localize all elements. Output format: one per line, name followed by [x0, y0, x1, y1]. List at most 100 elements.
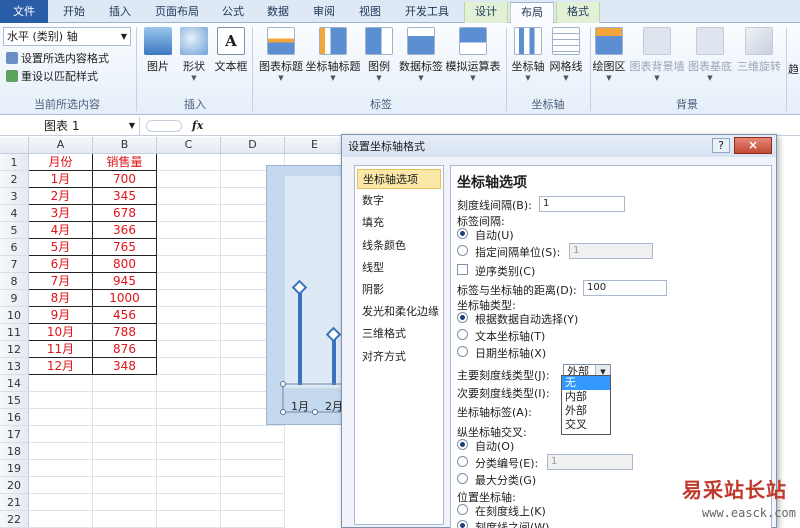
sheet-cell[interactable] — [157, 239, 221, 256]
row-header[interactable]: 1 — [0, 154, 29, 171]
sheet-cell[interactable] — [221, 494, 285, 511]
tab-page-layout[interactable]: 页面布局 — [144, 2, 210, 23]
sheet-cell[interactable]: 4月 — [29, 222, 93, 239]
sheet-cell[interactable]: 月份 — [29, 154, 93, 171]
close-icon[interactable]: × — [734, 137, 772, 154]
label-interval-auto-radio[interactable] — [457, 228, 468, 239]
row-header[interactable]: 3 — [0, 188, 29, 205]
gridlines-button[interactable]: 网格线 ▼ — [548, 27, 584, 82]
row-header[interactable]: 13 — [0, 358, 29, 375]
row-header[interactable]: 22 — [0, 511, 29, 528]
sheet-cell[interactable]: 2月 — [29, 188, 93, 205]
sheet-cell[interactable] — [29, 375, 93, 392]
tab-review[interactable]: 审阅 — [302, 2, 346, 23]
specify-unit-input[interactable]: 1 — [569, 243, 653, 259]
row-header[interactable]: 4 — [0, 205, 29, 222]
sheet-cell[interactable] — [29, 494, 93, 511]
sheet-cell[interactable] — [157, 358, 221, 375]
between-tick-radio[interactable] — [457, 520, 468, 528]
sheet-cell[interactable] — [157, 426, 221, 443]
tab-layout[interactable]: 布局 — [510, 2, 554, 23]
axis-type-text-radio[interactable] — [457, 329, 468, 340]
tab-developer[interactable]: 开发工具 — [394, 2, 460, 23]
label-interval-specify-radio[interactable] — [457, 245, 468, 256]
row-header[interactable]: 6 — [0, 239, 29, 256]
on-tick-radio[interactable] — [457, 504, 468, 515]
insert-function-icon[interactable]: fx — [192, 117, 210, 135]
tab-design[interactable]: 设计 — [464, 2, 508, 23]
sheet-cell[interactable]: 348 — [93, 358, 157, 375]
data-table-button[interactable]: 模拟运算表 ▼ — [444, 27, 502, 82]
sheet-cell[interactable]: 1000 — [93, 290, 157, 307]
sheet-cell[interactable]: 3月 — [29, 205, 93, 222]
sheet-cell[interactable] — [221, 511, 285, 528]
dialog-title[interactable]: 设置坐标轴格式 — [342, 135, 776, 157]
column-header-e[interactable]: E — [285, 137, 345, 154]
select-all-corner[interactable] — [0, 137, 29, 154]
tab-formulas[interactable]: 公式 — [212, 2, 254, 23]
row-header[interactable]: 10 — [0, 307, 29, 324]
tick-type-option-inside[interactable]: 内部 — [562, 390, 610, 404]
sheet-cell[interactable] — [157, 460, 221, 477]
axis-type-date-radio[interactable] — [457, 346, 468, 357]
nav-axis-options[interactable]: 坐标轴选项 — [357, 169, 441, 189]
nav-line-style[interactable]: 线型 — [357, 258, 441, 278]
sheet-cell[interactable] — [157, 392, 221, 409]
reverse-order-checkbox[interactable] — [457, 264, 468, 275]
sheet-cell[interactable] — [157, 205, 221, 222]
nav-fill[interactable]: 填充 — [357, 213, 441, 233]
column-header-d[interactable]: D — [221, 137, 285, 154]
sheet-cell[interactable] — [29, 477, 93, 494]
chart-floor-button[interactable]: 图表基底 ▼ — [686, 27, 734, 82]
rotation-3d-button[interactable]: 三维旋转 — [734, 27, 784, 74]
name-box[interactable]: 图表 1 ▼ — [0, 117, 140, 135]
nav-3d-format[interactable]: 三维格式 — [357, 324, 441, 344]
sheet-cell[interactable] — [93, 409, 157, 426]
row-header[interactable]: 11 — [0, 324, 29, 341]
row-header[interactable]: 15 — [0, 392, 29, 409]
tick-type-option-outside[interactable]: 外部 — [562, 404, 610, 418]
help-icon[interactable]: ? — [712, 138, 730, 153]
chart-element-dropdown[interactable]: 水平 (类别) 轴 ▼ — [3, 27, 131, 46]
sheet-cell[interactable] — [157, 290, 221, 307]
sheet-cell[interactable]: 945 — [93, 273, 157, 290]
row-header[interactable]: 12 — [0, 341, 29, 358]
row-header[interactable]: 16 — [0, 409, 29, 426]
tab-data[interactable]: 数据 — [256, 2, 300, 23]
sheet-cell[interactable]: 5月 — [29, 239, 93, 256]
sheet-cell[interactable] — [157, 324, 221, 341]
axes-button[interactable]: 坐标轴 ▼ — [510, 27, 546, 82]
sheet-cell[interactable]: 销售量 — [93, 154, 157, 171]
tab-format[interactable]: 格式 — [556, 2, 600, 23]
sheet-cell[interactable] — [157, 171, 221, 188]
axis-handle[interactable] — [280, 381, 286, 387]
sheet-cell[interactable] — [157, 222, 221, 239]
row-header[interactable]: 18 — [0, 443, 29, 460]
sheet-cell[interactable] — [157, 443, 221, 460]
tab-insert[interactable]: 插入 — [98, 2, 142, 23]
sheet-cell[interactable] — [157, 307, 221, 324]
sheet-cell[interactable] — [157, 154, 221, 171]
sheet-cell[interactable] — [29, 460, 93, 477]
sheet-cell[interactable] — [157, 375, 221, 392]
sheet-cell[interactable] — [93, 494, 157, 511]
axis-titles-button[interactable]: 坐标轴标题 ▼ — [304, 27, 362, 82]
legend-button[interactable]: 图例 ▼ — [364, 27, 394, 82]
tab-view[interactable]: 视图 — [348, 2, 392, 23]
sheet-cell[interactable] — [157, 409, 221, 426]
insert-textbox-button[interactable]: A 文本框 — [214, 27, 248, 74]
tab-file[interactable]: 文件 — [0, 0, 48, 23]
sheet-cell[interactable]: 800 — [93, 256, 157, 273]
sheet-cell[interactable]: 345 — [93, 188, 157, 205]
sheet-cell[interactable] — [221, 426, 285, 443]
chart-wall-button[interactable]: 图表背景墙 ▼ — [628, 27, 686, 82]
sheet-cell[interactable]: 8月 — [29, 290, 93, 307]
row-header[interactable]: 19 — [0, 460, 29, 477]
sheet-cell[interactable]: 7月 — [29, 273, 93, 290]
sheet-cell[interactable] — [157, 341, 221, 358]
cross-max-radio[interactable] — [457, 473, 468, 484]
axis-handle[interactable] — [280, 409, 286, 415]
column-header-b[interactable]: B — [93, 137, 157, 154]
sheet-cell[interactable]: 9月 — [29, 307, 93, 324]
row-header[interactable]: 8 — [0, 273, 29, 290]
